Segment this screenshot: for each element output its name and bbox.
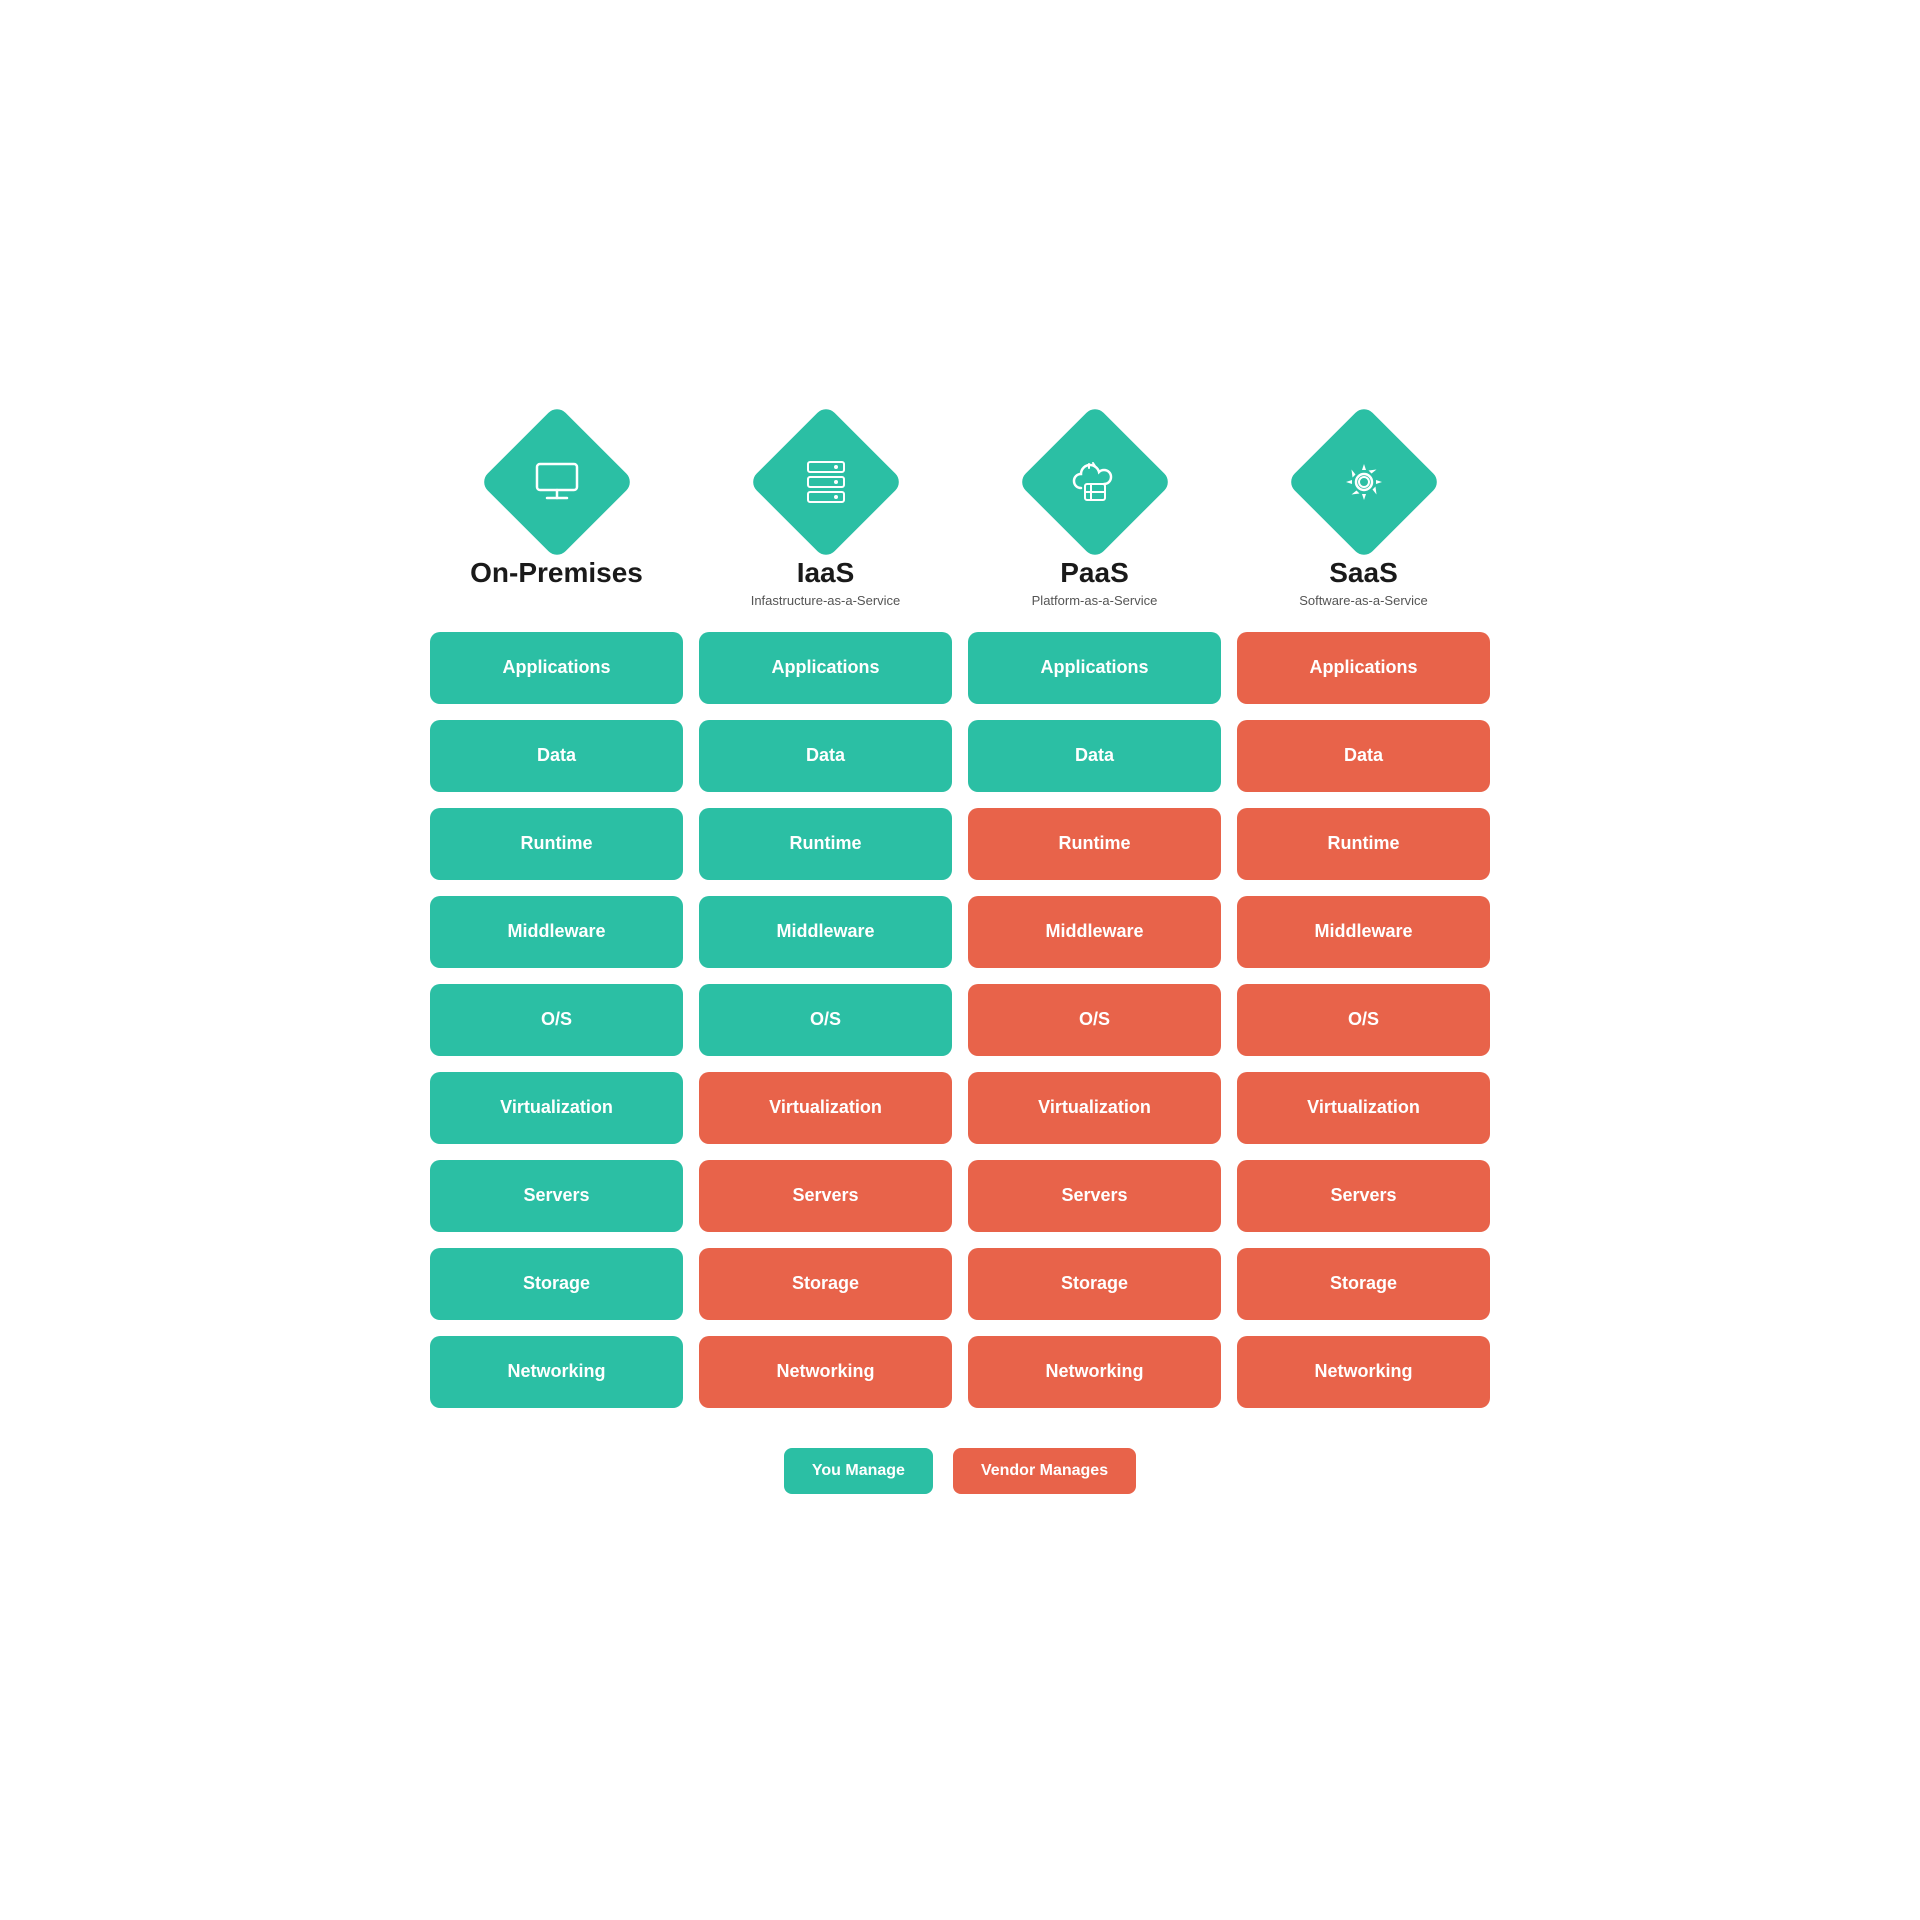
- saas-title: SaaS: [1329, 557, 1398, 589]
- iaas-title: IaaS: [797, 557, 855, 589]
- cell-on-premises-networking: Networking: [430, 1336, 683, 1408]
- cell-saas-middleware: Middleware: [1237, 896, 1490, 968]
- cell-on-premises-applications: Applications: [430, 632, 683, 704]
- cell-iaas-runtime: Runtime: [699, 808, 952, 880]
- cell-paas-data: Data: [968, 720, 1221, 792]
- cell-saas-data: Data: [1237, 720, 1490, 792]
- legend: You Manage Vendor Manages: [430, 1448, 1490, 1494]
- cell-iaas-applications: Applications: [699, 632, 952, 704]
- monitor-svg: [529, 454, 585, 510]
- cell-paas-runtime: Runtime: [968, 808, 1221, 880]
- cell-saas-o-s: O/S: [1237, 984, 1490, 1056]
- cell-paas-networking: Networking: [968, 1336, 1221, 1408]
- grid-body: ApplicationsApplicationsApplicationsAppl…: [430, 632, 1490, 1408]
- gear-svg: [1336, 454, 1392, 510]
- column-iaas: IaaS Infastructure-as-a-Service: [699, 427, 952, 608]
- on-premises-icon: [479, 404, 635, 560]
- saas-icon: [1286, 404, 1442, 560]
- page-container: On-Premises IaaS Infastructure-as-a-Serv…: [430, 427, 1490, 1494]
- cell-saas-virtualization: Virtualization: [1237, 1072, 1490, 1144]
- cell-iaas-servers: Servers: [699, 1160, 952, 1232]
- paas-subtitle: Platform-as-a-Service: [1032, 593, 1158, 608]
- cell-iaas-o-s: O/S: [699, 984, 952, 1056]
- cell-iaas-virtualization: Virtualization: [699, 1072, 952, 1144]
- cell-iaas-networking: Networking: [699, 1336, 952, 1408]
- cell-on-premises-middleware: Middleware: [430, 896, 683, 968]
- cell-on-premises-virtualization: Virtualization: [430, 1072, 683, 1144]
- cell-paas-servers: Servers: [968, 1160, 1221, 1232]
- server-svg: [798, 454, 854, 510]
- iaas-icon: [748, 404, 904, 560]
- cell-paas-middleware: Middleware: [968, 896, 1221, 968]
- cell-on-premises-storage: Storage: [430, 1248, 683, 1320]
- cell-iaas-middleware: Middleware: [699, 896, 952, 968]
- column-saas: SaaS Software-as-a-Service: [1237, 427, 1490, 608]
- cell-saas-storage: Storage: [1237, 1248, 1490, 1320]
- column-on-premises: On-Premises: [430, 427, 683, 608]
- iaas-subtitle: Infastructure-as-a-Service: [751, 593, 901, 608]
- column-paas: PaaS Platform-as-a-Service: [968, 427, 1221, 608]
- cell-iaas-storage: Storage: [699, 1248, 952, 1320]
- cloud-svg: [1067, 454, 1123, 510]
- cell-on-premises-runtime: Runtime: [430, 808, 683, 880]
- saas-subtitle: Software-as-a-Service: [1299, 593, 1428, 608]
- cell-paas-storage: Storage: [968, 1248, 1221, 1320]
- columns-header: On-Premises IaaS Infastructure-as-a-Serv…: [430, 427, 1490, 608]
- on-premises-title: On-Premises: [470, 557, 643, 589]
- cell-paas-virtualization: Virtualization: [968, 1072, 1221, 1144]
- paas-icon: [1017, 404, 1173, 560]
- cell-iaas-data: Data: [699, 720, 952, 792]
- cell-on-premises-o-s: O/S: [430, 984, 683, 1056]
- cell-on-premises-servers: Servers: [430, 1160, 683, 1232]
- legend-vendor-manages: Vendor Manages: [953, 1448, 1136, 1494]
- cell-saas-servers: Servers: [1237, 1160, 1490, 1232]
- cell-saas-applications: Applications: [1237, 632, 1490, 704]
- paas-title: PaaS: [1060, 557, 1129, 589]
- legend-you-manage: You Manage: [784, 1448, 933, 1494]
- cell-saas-runtime: Runtime: [1237, 808, 1490, 880]
- cell-saas-networking: Networking: [1237, 1336, 1490, 1408]
- cell-paas-applications: Applications: [968, 632, 1221, 704]
- cell-paas-o-s: O/S: [968, 984, 1221, 1056]
- cell-on-premises-data: Data: [430, 720, 683, 792]
